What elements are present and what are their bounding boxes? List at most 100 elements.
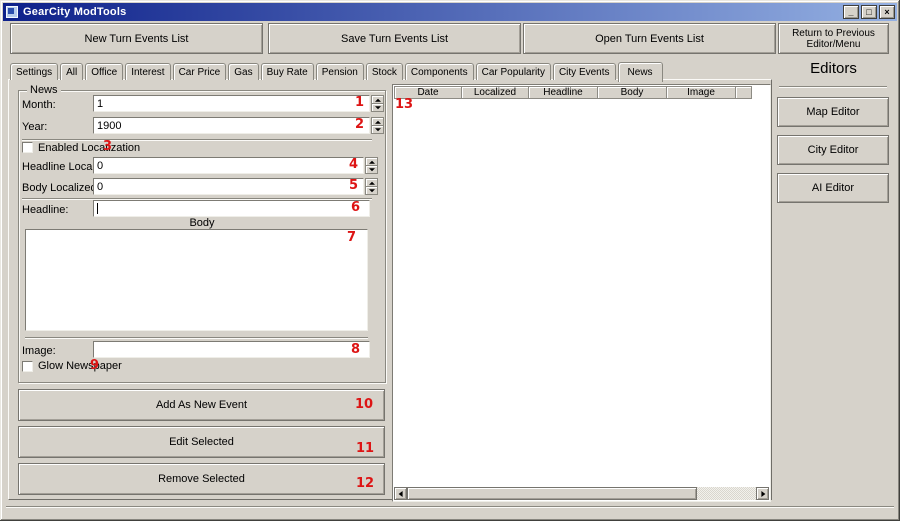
month-label: Month: (22, 99, 56, 111)
minimize-button[interactable]: _ (843, 5, 859, 19)
column-header-localized[interactable]: Localized (461, 86, 529, 99)
column-header-headline[interactable]: Headline (528, 86, 598, 99)
month-input[interactable] (93, 95, 370, 112)
headline-localized-input[interactable] (93, 157, 364, 174)
month-spinner (371, 95, 384, 112)
enabled-localization-label: Enabled Locatization (38, 142, 140, 154)
body-textarea[interactable] (25, 229, 368, 331)
headline-localized-spinner (365, 157, 378, 174)
add-as-new-event-button[interactable]: Add As New Event (18, 389, 385, 421)
tab-all[interactable]: All (60, 63, 83, 80)
events-list-body[interactable] (394, 99, 769, 486)
annotation-5: 5 (349, 179, 358, 192)
scroll-left-button[interactable] (394, 487, 407, 500)
editors-title: Editors (775, 60, 892, 77)
window-title: GearCity ModTools (23, 6, 126, 18)
year-label: Year: (22, 121, 47, 133)
save-turn-events-button[interactable]: Save Turn Events List (268, 23, 521, 54)
spin-up-icon (375, 98, 381, 101)
close-button[interactable]: × (879, 5, 895, 19)
spin-up-button[interactable] (365, 178, 378, 187)
tab-settings[interactable]: Settings (10, 63, 58, 80)
tab-stock[interactable]: Stock (366, 63, 403, 80)
tab-pension[interactable]: Pension (316, 63, 364, 80)
separator (22, 139, 372, 141)
tab-strip: Settings All Office Interest Car Price G… (10, 62, 663, 80)
titlebar[interactable]: GearCity ModTools _ □ × (3, 3, 897, 21)
tab-components[interactable]: Components (405, 63, 474, 80)
scroll-right-button[interactable] (756, 487, 769, 500)
annotation-8: 8 (351, 343, 360, 356)
glow-newspaper-checkbox[interactable] (22, 361, 33, 372)
maximize-icon: □ (866, 7, 871, 17)
year-spinner (371, 117, 384, 134)
body-localized-input[interactable] (93, 178, 364, 195)
tab-interest[interactable]: Interest (125, 63, 170, 80)
year-spin-down-button[interactable] (371, 126, 384, 134)
minimize-icon: _ (848, 7, 853, 17)
body-localized-label: Body Localized: (22, 182, 100, 194)
tab-buy-rate[interactable]: Buy Rate (261, 63, 314, 80)
tab-city-events[interactable]: City Events (553, 63, 616, 80)
spin-up-icon (375, 120, 381, 123)
body-label: Body (18, 217, 386, 229)
ai-editor-button[interactable]: AI Editor (777, 173, 889, 203)
spin-down-button[interactable] (365, 187, 378, 195)
close-icon: × (884, 7, 889, 17)
city-editor-button[interactable]: City Editor (777, 135, 889, 165)
body-localized-spinner (365, 178, 378, 195)
remove-selected-button[interactable]: Remove Selected (18, 463, 385, 495)
annotation-11: 11 (356, 442, 374, 455)
tab-office[interactable]: Office (85, 63, 123, 80)
glow-newspaper-label: Glow Newspaper (38, 360, 122, 372)
app-window: GearCity ModTools _ □ × New Turn Events … (0, 0, 900, 521)
annotation-10: 10 (355, 398, 373, 411)
maximize-button[interactable]: □ (861, 5, 877, 19)
separator (25, 337, 368, 339)
year-input[interactable] (93, 117, 370, 134)
spin-up-button[interactable] (365, 157, 378, 166)
app-icon (6, 6, 18, 18)
map-editor-button[interactable]: Map Editor (777, 97, 889, 127)
text-caret (97, 203, 98, 214)
tab-gas[interactable]: Gas (228, 63, 258, 80)
horizontal-scrollbar[interactable] (394, 487, 769, 500)
year-spin-up-button[interactable] (371, 117, 384, 126)
edit-selected-button[interactable]: Edit Selected (18, 426, 385, 458)
events-table-header: Date Localized Headline Body Image (394, 86, 752, 99)
open-turn-events-button[interactable]: Open Turn Events List (523, 23, 776, 54)
spin-down-icon (369, 168, 375, 171)
tab-car-popularity[interactable]: Car Popularity (476, 63, 551, 80)
window-controls: _ □ × (843, 5, 895, 19)
image-label: Image: (22, 345, 56, 357)
month-spin-up-button[interactable] (371, 95, 384, 104)
tab-news[interactable]: News (618, 62, 663, 82)
headline-input[interactable] (93, 200, 370, 217)
tab-car-price[interactable]: Car Price (173, 63, 227, 80)
month-spin-down-button[interactable] (371, 104, 384, 112)
spin-down-icon (375, 106, 381, 109)
headline-label: Headline: (22, 204, 68, 216)
spin-up-icon (369, 181, 375, 184)
new-turn-events-button[interactable]: New Turn Events List (10, 23, 263, 54)
spin-down-icon (375, 128, 381, 131)
annotation-1: 1 (355, 96, 364, 109)
column-header-body[interactable]: Body (597, 86, 667, 99)
events-table: Date Localized Headline Body Image (392, 84, 771, 502)
annotation-3: 3 (103, 140, 112, 153)
annotation-6: 6 (351, 201, 360, 214)
image-input[interactable] (93, 341, 370, 358)
scroll-left-icon (398, 491, 402, 497)
column-header-image[interactable]: Image (666, 86, 736, 99)
annotation-13: 13 (395, 98, 413, 111)
return-previous-editor-button[interactable]: Return to Previous Editor/Menu (778, 23, 889, 54)
spin-down-button[interactable] (365, 166, 378, 174)
enabled-localization-checkbox[interactable] (22, 142, 33, 153)
annotation-2: 2 (355, 118, 364, 131)
scroll-right-icon (761, 491, 765, 497)
spin-down-icon (369, 189, 375, 192)
annotation-9: 9 (90, 359, 99, 372)
separator (779, 86, 887, 88)
scrollbar-thumb[interactable] (407, 487, 697, 500)
annotation-12: 12 (356, 477, 374, 490)
